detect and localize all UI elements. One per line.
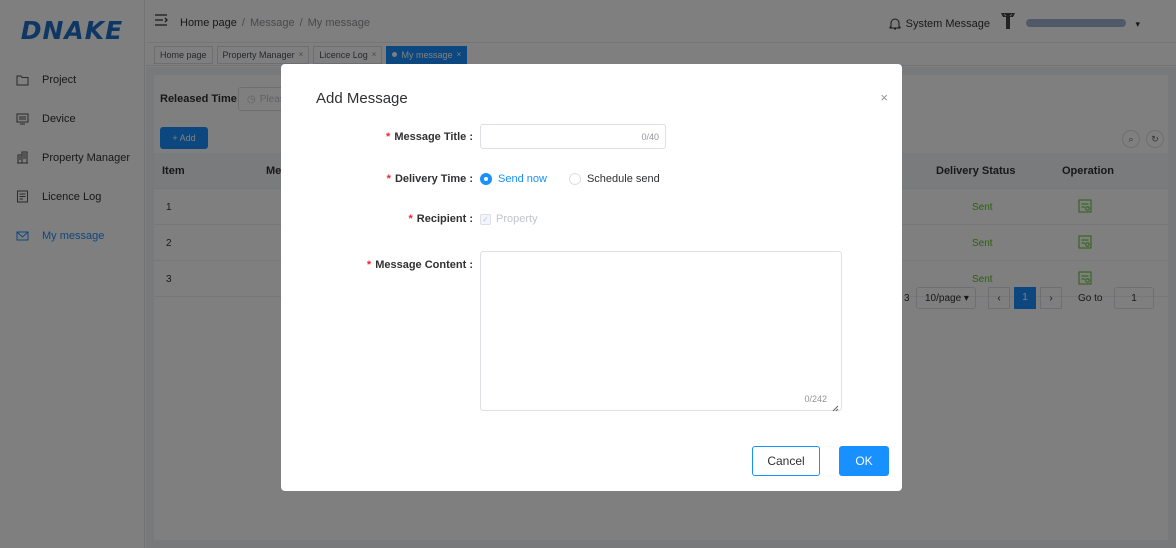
recipient-checkbox-row: ✓ Property (480, 213, 538, 225)
label-text: Message Title : (394, 131, 473, 143)
label-text: Delivery Time : (394, 173, 473, 185)
send-now-radio[interactable] (480, 173, 492, 185)
cancel-button[interactable]: Cancel (752, 446, 820, 476)
schedule-send-label[interactable]: Schedule send (587, 173, 660, 185)
required-mark: * (386, 173, 391, 185)
resize-handle-icon[interactable] (832, 401, 839, 412)
label-text: Message Content : (375, 259, 473, 271)
delivery-time-label: * Delivery Time : (281, 173, 473, 185)
property-checkbox-label: Property (496, 213, 538, 225)
dialog-title: Add Message (316, 90, 408, 107)
required-mark: * (366, 259, 372, 271)
message-content-textarea[interactable]: 0/242 (480, 251, 842, 412)
delivery-time-radio-group: Send now Schedule send (480, 173, 682, 185)
ok-button[interactable]: OK (839, 446, 889, 476)
add-message-dialog: Add Message × * Message Title : 0/40 * Del… (281, 64, 902, 491)
required-mark: * (386, 131, 391, 143)
close-icon[interactable]: × (880, 90, 888, 105)
message-content-label: * Message Content : (281, 259, 473, 271)
send-now-label[interactable]: Send now (498, 173, 547, 185)
content-char-counter: 0/242 (804, 394, 827, 404)
message-title-input[interactable]: 0/40 (480, 124, 666, 149)
recipient-label: * Recipient : (281, 213, 473, 225)
property-checkbox[interactable]: ✓ (480, 213, 491, 225)
schedule-send-radio[interactable] (568, 173, 581, 185)
label-text: Recipient : (416, 213, 473, 225)
message-title-label: * Message Title : (281, 131, 473, 143)
title-char-counter: 0/40 (641, 132, 659, 142)
required-mark: * (408, 213, 413, 225)
